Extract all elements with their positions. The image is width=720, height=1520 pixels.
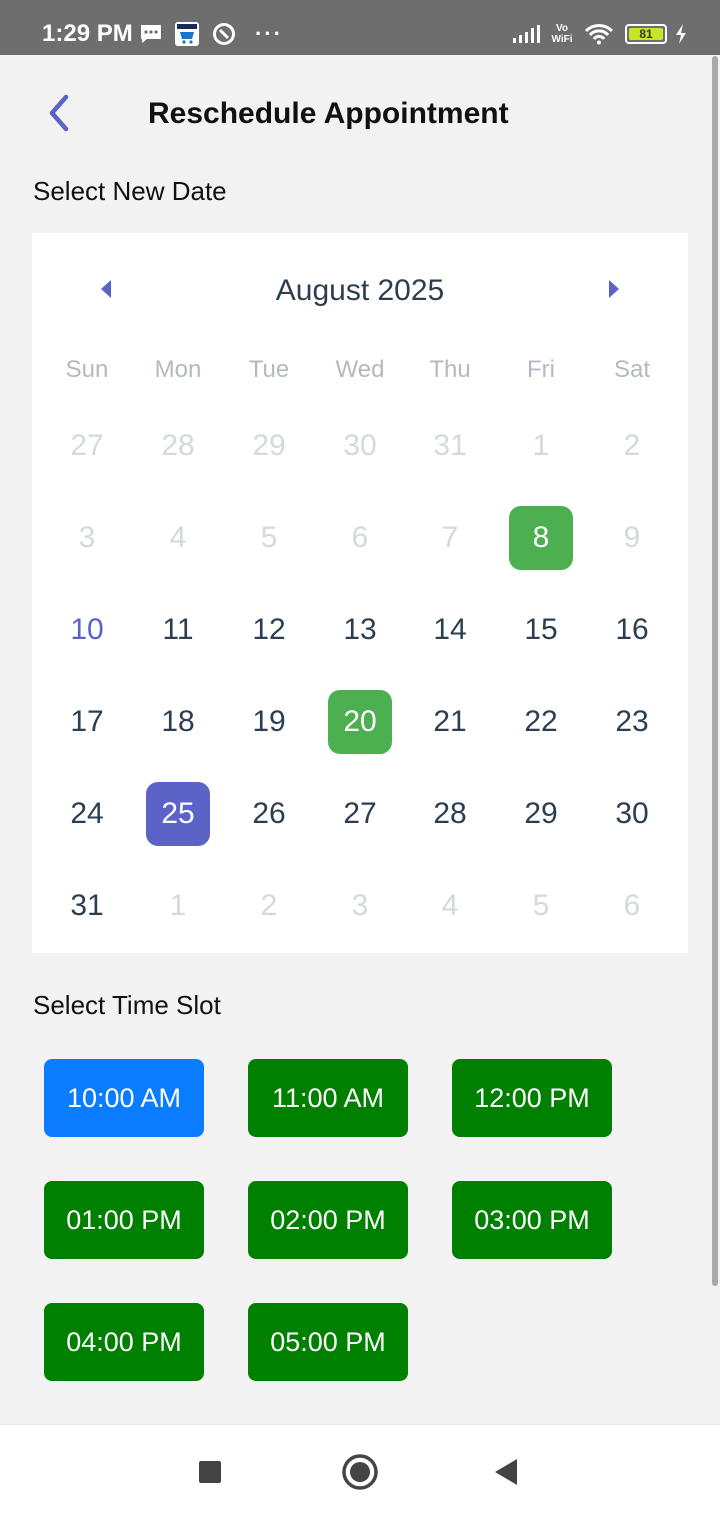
calendar-day[interactable]: 15 [509, 598, 573, 662]
weekday-label: Sun [65, 356, 109, 383]
calendar-day: 1 [169, 889, 187, 922]
calendar-month-label: August 2025 [275, 274, 445, 307]
signal-icon [512, 20, 542, 48]
time-slot-button[interactable]: 04:00 PM [44, 1303, 204, 1381]
vowifi-icon: Vo WiFi [549, 20, 575, 48]
calendar-day: 27 [70, 429, 104, 462]
vpn-icon [211, 20, 237, 48]
back-triangle-icon [495, 1459, 517, 1485]
calendar-day[interactable]: 10 [55, 598, 119, 662]
status-time: 1:29 PM [42, 20, 133, 47]
calendar-day: 1 [532, 429, 550, 462]
status-bar: 1:29 PM ··· Vo WiFi 81 [0, 0, 720, 55]
more-dots-icon: ··· [255, 21, 283, 46]
calendar-day[interactable]: 12 [237, 598, 301, 662]
calendar-day: 6 [351, 521, 369, 554]
wifi-icon [584, 20, 614, 48]
calendar-day: 31 [433, 429, 467, 462]
amazon-cart-icon [173, 20, 201, 48]
calendar-day[interactable]: 19 [237, 690, 301, 754]
calendar-day[interactable]: 13 [328, 598, 392, 662]
calendar-day[interactable]: 17 [55, 690, 119, 754]
time-slot-button[interactable]: 02:00 PM [248, 1181, 408, 1259]
back-button[interactable] [38, 92, 80, 134]
scrollbar[interactable] [712, 56, 718, 1286]
time-slot-button[interactable]: 03:00 PM [452, 1181, 612, 1259]
charging-icon [672, 20, 690, 48]
calendar-day: 2 [623, 429, 641, 462]
calendar-day: 29 [252, 429, 286, 462]
calendar-day[interactable]: 29 [509, 782, 573, 846]
message-icon [138, 20, 164, 48]
vowifi-top: Vo [555, 23, 569, 34]
weekday-label: Thu [429, 356, 471, 383]
calendar-day[interactable]: 8 [509, 506, 573, 570]
calendar-day: 5 [532, 889, 550, 922]
calendar-day[interactable]: 22 [509, 690, 573, 754]
weekday-label: Wed [335, 356, 385, 383]
caret-right-icon [609, 280, 619, 298]
calendar-day[interactable]: 23 [600, 690, 664, 754]
previous-month-button[interactable] [91, 272, 121, 306]
next-month-button[interactable] [599, 272, 629, 306]
time-slot-button[interactable]: 11:00 AM [248, 1059, 408, 1137]
vowifi-bottom: WiFi [551, 34, 573, 45]
time-slot-button[interactable]: 05:00 PM [248, 1303, 408, 1381]
calendar-day[interactable]: 27 [328, 782, 392, 846]
recents-square-icon [199, 1461, 221, 1483]
calendar-day: 3 [78, 521, 96, 554]
calendar-day: 2 [260, 889, 278, 922]
calendar-day[interactable]: 31 [55, 874, 119, 938]
weekday-label: Fri [527, 356, 555, 383]
time-slot-button[interactable]: 01:00 PM [44, 1181, 204, 1259]
system-back-button[interactable] [482, 1448, 530, 1496]
weekday-label: Mon [154, 356, 202, 383]
calendar-day[interactable]: 16 [600, 598, 664, 662]
calendar-day: 28 [161, 429, 195, 462]
calendar-day: 9 [623, 521, 641, 554]
calendar-day: 6 [623, 889, 641, 922]
home-button[interactable] [336, 1448, 384, 1496]
calendar-day[interactable]: 26 [237, 782, 301, 846]
battery-icon: 81 [623, 20, 669, 48]
battery-level: 81 [629, 28, 663, 41]
caret-left-icon [101, 280, 111, 298]
calendar-day: 4 [169, 521, 187, 554]
select-date-label: Select New Date [33, 176, 227, 206]
calendar-day: 5 [260, 521, 278, 554]
calendar-day[interactable]: 18 [146, 690, 210, 754]
chevron-left-icon [49, 94, 69, 132]
weekday-label: Sat [613, 356, 651, 383]
calendar-day: 7 [441, 521, 459, 554]
weekday-label: Tue [248, 356, 290, 383]
time-slot-button[interactable]: 10:00 AM [44, 1059, 204, 1137]
calendar-day: 3 [351, 889, 369, 922]
recents-button[interactable] [186, 1448, 234, 1496]
calendar-day[interactable]: 21 [418, 690, 482, 754]
calendar-day[interactable]: 25 [146, 782, 210, 846]
calendar-day: 4 [441, 889, 459, 922]
calendar-day[interactable]: 24 [55, 782, 119, 846]
calendar-day[interactable]: 28 [418, 782, 482, 846]
calendar-day[interactable]: 30 [600, 782, 664, 846]
time-slot-button[interactable]: 12:00 PM [452, 1059, 612, 1137]
calendar-day: 30 [343, 429, 377, 462]
calendar-day[interactable]: 14 [418, 598, 482, 662]
select-time-label: Select Time Slot [33, 990, 221, 1020]
calendar-day[interactable]: 20 [328, 690, 392, 754]
page-title: Reschedule Appointment [148, 97, 509, 130]
home-circle-icon [342, 1454, 378, 1490]
calendar-day[interactable]: 11 [146, 598, 210, 662]
